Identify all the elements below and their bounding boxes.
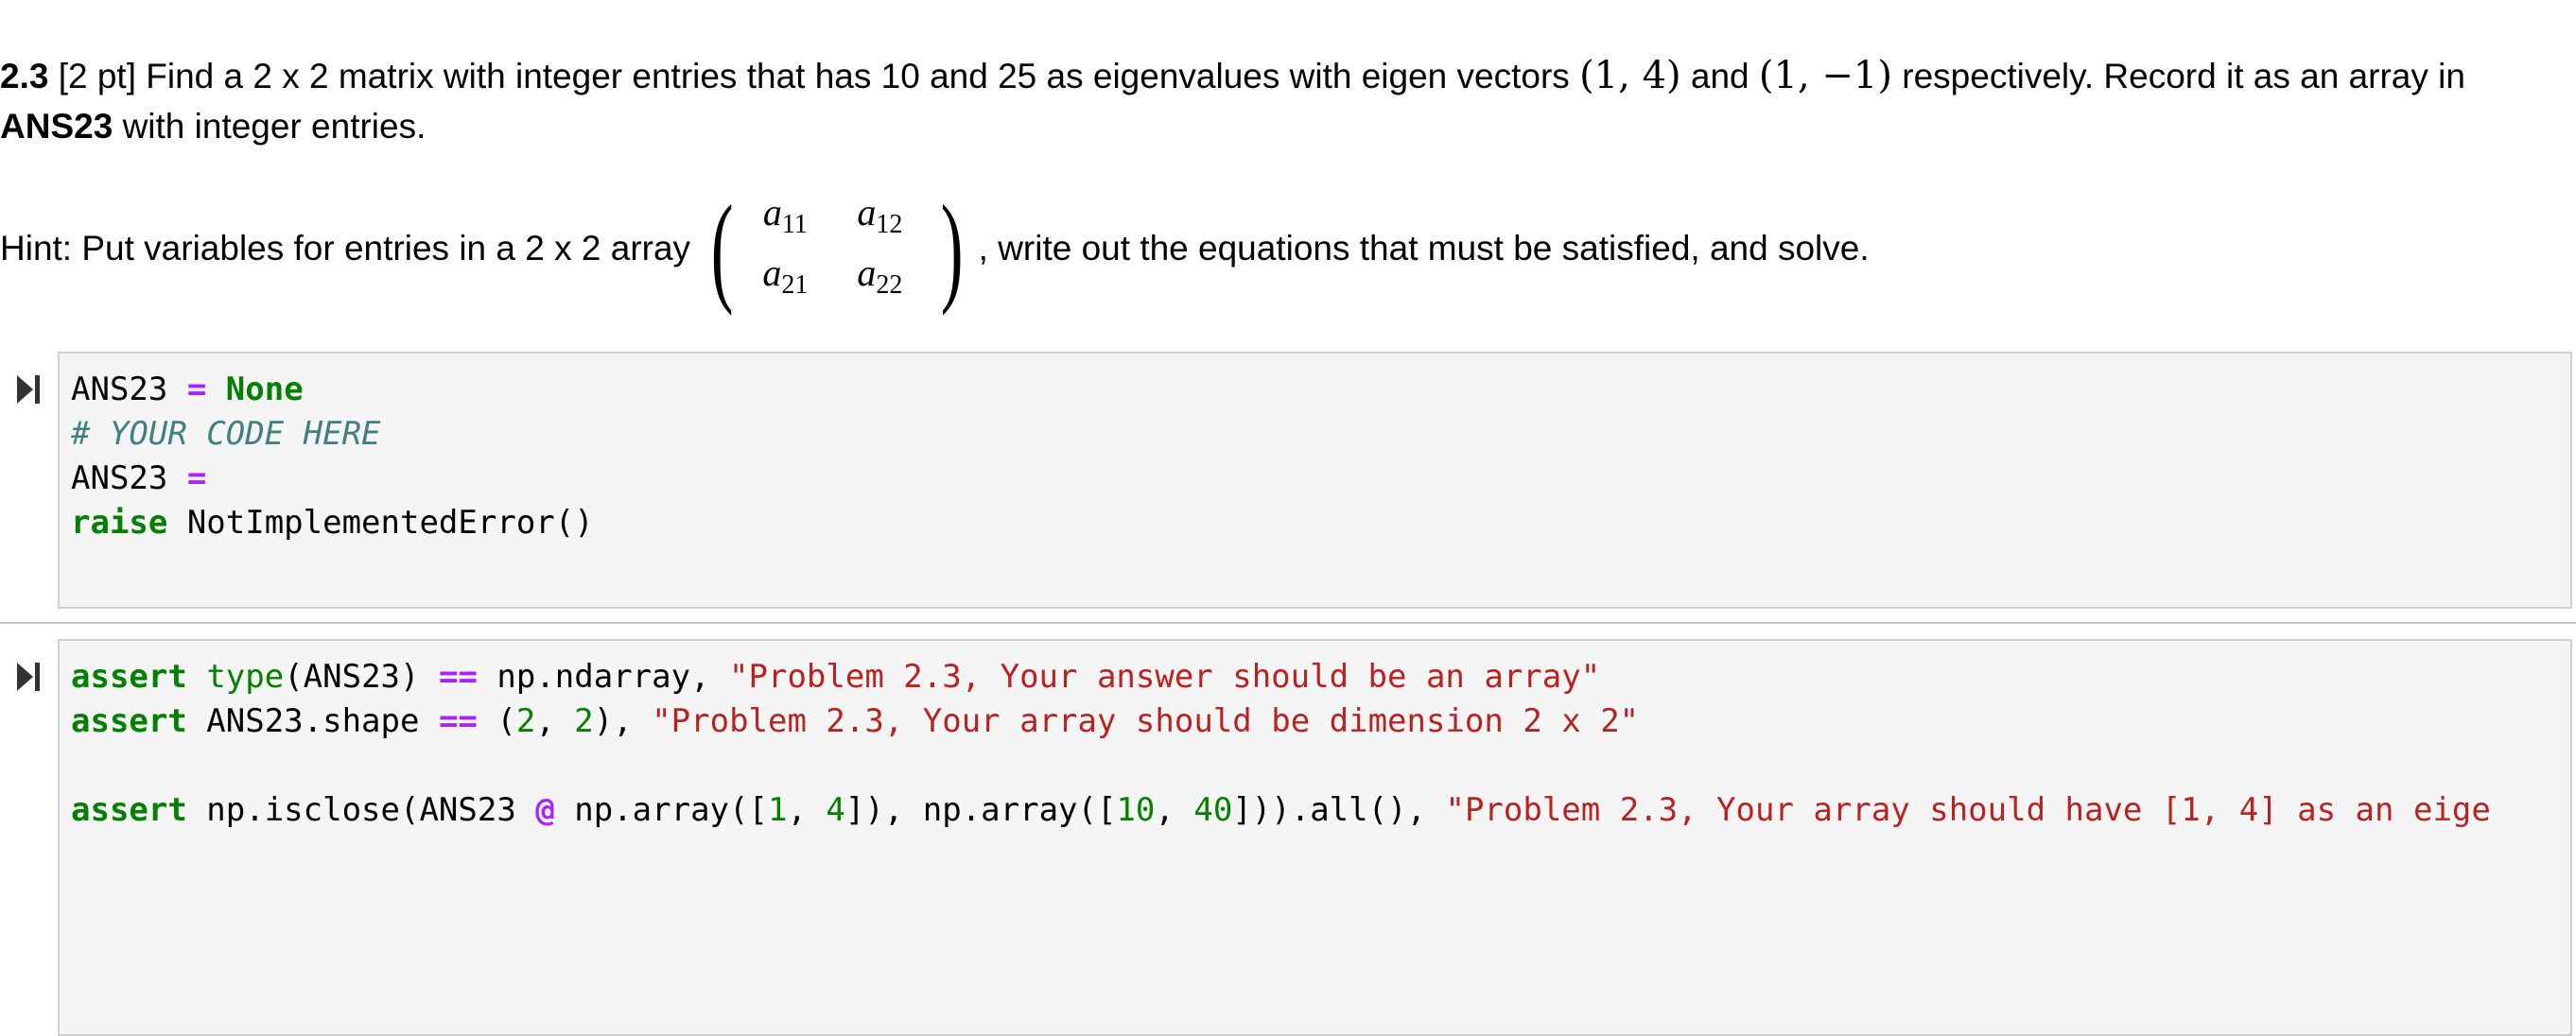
code-token: type: [206, 658, 285, 696]
hint-tail: , write out the equations that must be s…: [978, 229, 1870, 268]
code-token: assert: [71, 791, 187, 829]
code-token: raise: [71, 504, 168, 542]
problem-statement-line-2: ANS23 with integer entries.: [0, 101, 2576, 152]
problem-number: 2.3: [0, 57, 49, 95]
eigenvector-1: (1, 4): [1579, 54, 1681, 97]
code-token: ,: [787, 791, 827, 829]
code-token: ANS23: [71, 371, 187, 408]
code-text[interactable]: assert type(ANS23) == np.ndarray, "Probl…: [60, 641, 2570, 833]
code-token: ,: [1155, 791, 1194, 829]
code-token: (: [477, 702, 516, 740]
problem-and: and: [1690, 57, 1749, 95]
matrix-entry-a22: a22: [857, 250, 903, 300]
code-line: assert np.isclose(ANS23 @ np.array([1, 4…: [71, 788, 2570, 833]
code-token: ,: [535, 702, 575, 740]
left-paren: (: [710, 181, 734, 317]
hint-lead: Hint: Put variables for entries in a 2 x…: [0, 229, 691, 268]
code-line: raise NotImplementedError(): [71, 501, 2570, 545]
run-cell-icon: [17, 663, 40, 691]
code-token: 1: [767, 791, 788, 829]
problem-text-end: with integer entries.: [122, 107, 426, 146]
code-token: ==: [438, 702, 478, 740]
code-token: ANS23: [71, 459, 187, 497]
code-token: 40: [1193, 791, 1233, 829]
code-line: ANS23 = None: [71, 368, 2570, 412]
code-editor[interactable]: ANS23 = None # YOUR CODE HERE ANS23 = raise…: [58, 352, 2572, 609]
problem-statement-line-1: 2.3 [2 pt] Find a 2 x 2 matrix with inte…: [0, 50, 2576, 102]
code-token: "Problem 2.3, Your array should be dimen…: [652, 702, 1640, 740]
code-token: np.isclose(ANS23: [186, 791, 536, 829]
cell-divider: [0, 622, 2576, 624]
matrix-entry-a21: a21: [762, 250, 809, 300]
code-token: 4: [826, 791, 845, 829]
code-token: np.array([: [554, 791, 768, 829]
hint-matrix: ( a11 a12 a21 a22 ): [702, 187, 973, 310]
code-token: # YOUR CODE HERE: [71, 415, 381, 453]
code-token: ),: [593, 702, 653, 740]
code-text[interactable]: ANS23 = None # YOUR CODE HERE ANS23 = raise…: [60, 354, 2570, 545]
code-token: ANS23.shape: [186, 702, 439, 740]
eigenvector-2: (1, −1): [1758, 54, 1892, 97]
problem-points: [2 pt]: [58, 57, 136, 95]
code-token: assert: [71, 702, 187, 740]
code-token: "Problem 2.3, Your array should have [1,…: [1445, 791, 2491, 829]
code-line: ANS23 =: [71, 457, 2570, 501]
code-token: "Problem 2.3, Your answer should be an a…: [729, 658, 1601, 696]
code-token: ==: [438, 658, 478, 696]
run-cell-button[interactable]: [15, 658, 47, 696]
code-token: 10: [1116, 791, 1156, 829]
code-cell-tests: assert type(ANS23) == np.ndarray, "Probl…: [0, 639, 2576, 1036]
code-token: None: [225, 371, 304, 408]
problem-text-tail: respectively. Record it as an array in: [1902, 57, 2465, 95]
matrix-entry-a12: a12: [857, 190, 903, 239]
code-token: @: [535, 791, 555, 829]
code-token: 2: [574, 702, 594, 740]
code-token: assert: [71, 658, 187, 696]
code-line: # YOUR CODE HERE: [71, 412, 2570, 457]
code-token: np.ndarray,: [477, 658, 730, 696]
code-token: =: [186, 459, 207, 497]
code-line: assert type(ANS23) == np.ndarray, "Probl…: [71, 655, 2570, 699]
code-token: 2: [515, 702, 536, 740]
run-cell-icon: [17, 375, 40, 404]
code-token: ]), np.array([: [844, 791, 1117, 829]
code-token: NotImplementedError(): [167, 504, 594, 542]
answer-variable: ANS23: [0, 107, 113, 146]
code-token: =: [186, 371, 207, 408]
code-cell-answer: ANS23 = None # YOUR CODE HERE ANS23 = raise…: [0, 352, 2576, 609]
matrix-entry-a11: a11: [762, 190, 808, 239]
code-token: ])).all(),: [1232, 791, 1446, 829]
code-editor[interactable]: assert type(ANS23) == np.ndarray, "Probl…: [58, 639, 2572, 1036]
code-token: (ANS23): [284, 658, 439, 696]
problem-text: Find a 2 x 2 matrix with integer entries…: [146, 57, 1570, 95]
hint: Hint: Put variables for entries in a 2 x…: [0, 187, 2576, 310]
code-line: assert ANS23.shape == (2, 2), "Problem 2…: [71, 699, 2570, 744]
run-cell-button[interactable]: [15, 371, 47, 408]
right-paren: ): [941, 181, 964, 317]
